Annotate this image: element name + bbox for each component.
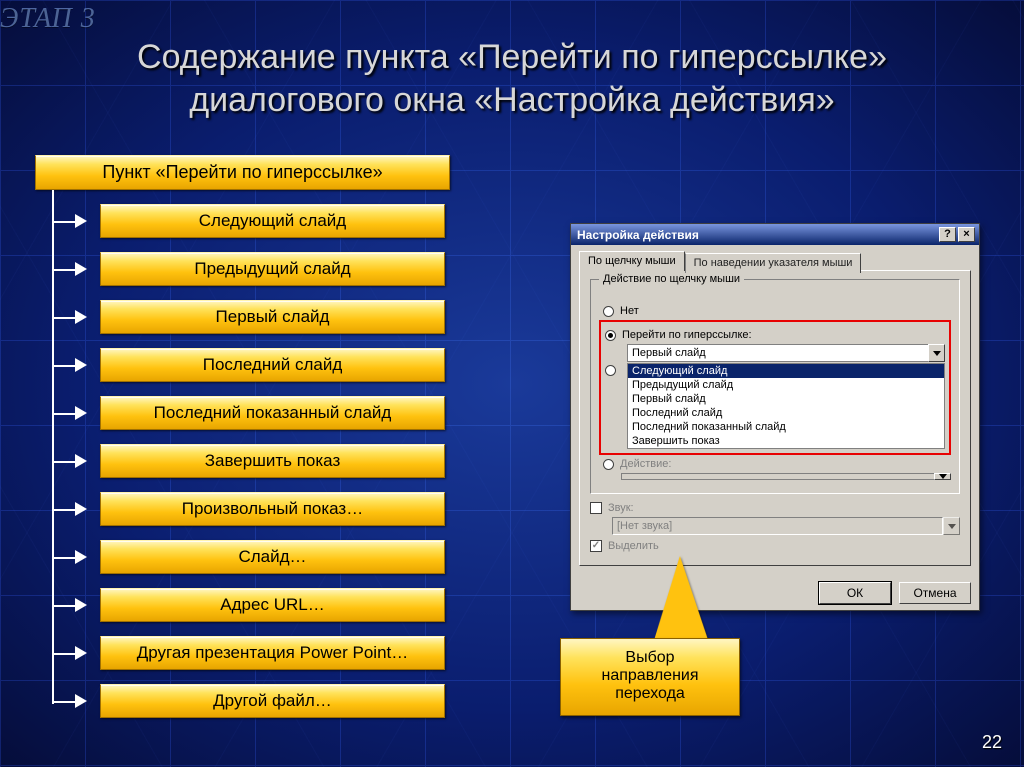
- cancel-button[interactable]: Отмена: [899, 582, 971, 604]
- callout-tail: [654, 556, 720, 640]
- tree-item: Завершить показ: [100, 444, 445, 478]
- radio-none[interactable]: Нет: [603, 305, 951, 317]
- tree-item: Первый слайд: [100, 300, 445, 334]
- arrow-icon: [75, 214, 87, 228]
- radio-hyperlink[interactable]: Перейти по гиперссылке:: [605, 329, 945, 341]
- tree-item: Последний показанный слайд: [100, 396, 445, 430]
- tree-item: Следующий слайд: [100, 204, 445, 238]
- tab-on-hover[interactable]: По наведении указателя мыши: [685, 253, 862, 273]
- arrow-icon: [75, 262, 87, 276]
- title-line-2: диалогового окна «Настройка действия»: [0, 79, 1024, 122]
- tree-item: Другая презентация Power Point…: [100, 636, 445, 670]
- chevron-down-icon: [934, 473, 951, 480]
- combo-value: Первый слайд: [627, 344, 928, 362]
- checkbox-icon: [590, 502, 602, 514]
- tree-item: Слайд…: [100, 540, 445, 574]
- combo-value: [621, 473, 934, 480]
- chevron-down-icon: [943, 517, 960, 535]
- callout-line: Выбор: [573, 649, 727, 667]
- arrow-icon: [75, 550, 87, 564]
- radio-icon: [603, 306, 614, 317]
- list-item[interactable]: Последний слайд: [628, 406, 944, 420]
- callout-line: перехода: [573, 685, 727, 703]
- arrow-icon: [75, 694, 87, 708]
- tree-item: Предыдущий слайд: [100, 252, 445, 286]
- title-line-1: Содержание пункта «Перейти по гиперссылк…: [0, 36, 1024, 79]
- radio-icon: [603, 459, 614, 470]
- arrow-icon: [75, 310, 87, 324]
- tree-item: Адрес URL…: [100, 588, 445, 622]
- checkbox-icon: [590, 540, 602, 552]
- radio-icon: [605, 365, 616, 376]
- arrow-icon: [75, 598, 87, 612]
- radio-hyperlink-label: Перейти по гиперссылке:: [622, 329, 752, 341]
- highlight-label: Выделить: [608, 540, 659, 552]
- group-label: Действие по щелчку мыши: [599, 273, 744, 285]
- action-settings-dialog: Настройка действия ? × По щелчку мыши По…: [570, 223, 980, 611]
- sound-checkbox: Звук:: [590, 502, 960, 514]
- arrow-icon: [75, 406, 87, 420]
- sound-value: [Нет звука]: [612, 517, 943, 535]
- callout: Выбор направления перехода: [560, 638, 740, 716]
- radio-action-label: Действие:: [620, 458, 671, 470]
- tab-on-click[interactable]: По щелчку мыши: [579, 251, 685, 271]
- hyperlink-combo[interactable]: Первый слайд: [627, 344, 945, 362]
- arrow-icon: [75, 502, 87, 516]
- page-number: 22: [982, 732, 1002, 753]
- list-item[interactable]: Завершить показ: [628, 434, 944, 448]
- dialog-title: Настройка действия: [577, 228, 699, 242]
- radio-icon: [605, 330, 616, 341]
- list-item[interactable]: Последний показанный слайд: [628, 420, 944, 434]
- arrow-icon: [75, 358, 87, 372]
- hyperlink-listbox[interactable]: Следующий слайд Предыдущий слайд Первый …: [627, 363, 945, 449]
- close-icon[interactable]: ×: [958, 227, 975, 242]
- callout-line: направления: [573, 667, 727, 685]
- sound-label: Звук:: [608, 502, 634, 514]
- radio-action: Действие:: [603, 458, 951, 470]
- ok-button[interactable]: ОК: [819, 582, 891, 604]
- list-item[interactable]: Предыдущий слайд: [628, 378, 944, 392]
- highlighted-hyperlink-area: Перейти по гиперссылке: Первый слайд Сле…: [599, 320, 951, 455]
- tree-item: Последний слайд: [100, 348, 445, 382]
- slide-title: Содержание пункта «Перейти по гиперссылк…: [0, 36, 1024, 121]
- highlight-checkbox: Выделить: [590, 540, 960, 552]
- hyperlink-options-tree: Пункт «Перейти по гиперссылке» Следующий…: [35, 155, 495, 718]
- tree-root: Пункт «Перейти по гиперссылке»: [35, 155, 450, 190]
- tree-item: Другой файл…: [100, 684, 445, 718]
- watermark: ЭТАП 3: [0, 3, 96, 35]
- tree-item: Произвольный показ…: [100, 492, 445, 526]
- list-item[interactable]: Первый слайд: [628, 392, 944, 406]
- action-combo: [621, 473, 951, 480]
- list-item[interactable]: Следующий слайд: [628, 364, 944, 378]
- arrow-icon: [75, 454, 87, 468]
- help-icon[interactable]: ?: [939, 227, 956, 242]
- radio-none-label: Нет: [620, 305, 639, 317]
- arrow-icon: [75, 646, 87, 660]
- chevron-down-icon[interactable]: [928, 344, 945, 362]
